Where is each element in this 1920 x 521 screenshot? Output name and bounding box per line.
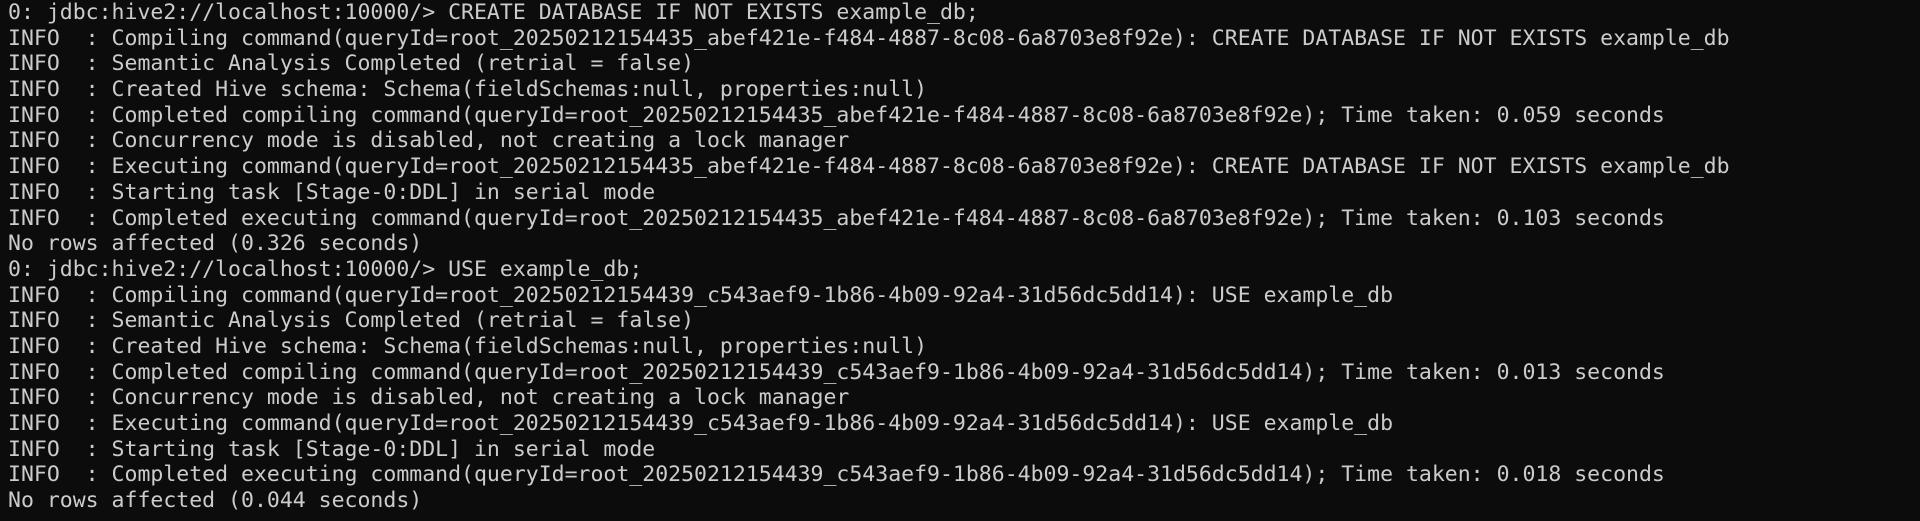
log-line: INFO : Created Hive schema: Schema(field…: [8, 333, 928, 359]
log-line: INFO : Created Hive schema: Schema(field…: [8, 77, 928, 103]
prompt-line: 0: jdbc:hive2://localhost:10000/> USE ex…: [8, 256, 643, 282]
log-line: INFO : Completed compiling command(query…: [8, 102, 1665, 128]
result-line: No rows affected (0.044 seconds): [8, 488, 423, 514]
log-line: INFO : Concurrency mode is disabled, not…: [8, 385, 850, 411]
log-line: INFO : Executing command(queryId=root_20…: [8, 154, 1730, 180]
log-line: INFO : Completed executing command(query…: [8, 205, 1665, 231]
log-line: INFO : Compiling command(queryId=root_20…: [8, 25, 1730, 51]
log-line: INFO : Semantic Analysis Completed (retr…: [8, 51, 695, 77]
log-line: INFO : Starting task [Stage-0:DDL] in se…: [8, 179, 656, 205]
log-line: INFO : Concurrency mode is disabled, not…: [8, 128, 850, 154]
log-line: INFO : Compiling command(queryId=root_20…: [8, 282, 1394, 308]
prompt-line: 0: jdbc:hive2://localhost:10000/> CREATE…: [8, 0, 979, 25]
terminal-output[interactable]: 0: jdbc:hive2://localhost:10000/> CREATE…: [0, 0, 1920, 521]
log-line: INFO : Semantic Analysis Completed (retr…: [8, 308, 695, 334]
log-line: INFO : Completed executing command(query…: [8, 462, 1665, 488]
log-line: INFO : Completed compiling command(query…: [8, 359, 1665, 385]
log-line: INFO : Executing command(queryId=root_20…: [8, 411, 1394, 436]
result-line: No rows affected (0.326 seconds): [8, 231, 423, 257]
log-line: INFO : Starting task [Stage-0:DDL] in se…: [8, 436, 656, 462]
